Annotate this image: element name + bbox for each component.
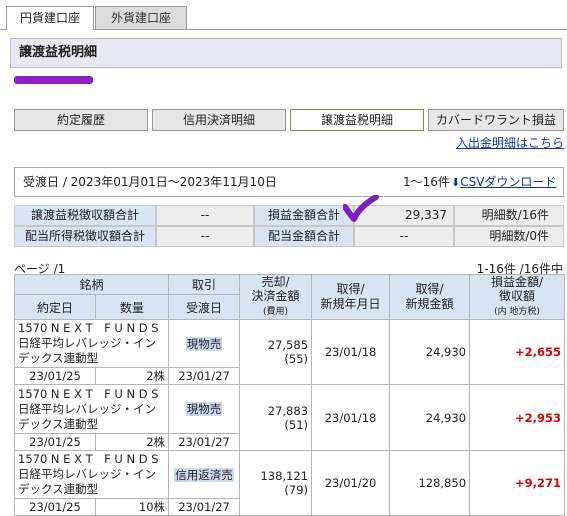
exec-date: 23/01/25 <box>14 433 96 451</box>
csv-download-link[interactable]: ⬇CSVダウンロード <box>451 168 556 197</box>
profit-loss: +2,655 <box>469 319 566 385</box>
summary-count: 明細数/0件 <box>454 226 564 247</box>
settle-date: 23/01/27 <box>168 498 241 516</box>
summary-value: -- <box>156 205 254 226</box>
header-acq-amount: 取得/新規金額 <box>389 274 471 320</box>
sub-button-trade-history[interactable]: 約定履歴 <box>14 109 148 131</box>
download-icon: ⬇ <box>451 176 461 189</box>
sub-button-covered-warrant[interactable]: カバードワラント損益 <box>428 109 564 131</box>
quantity: 2株 <box>94 433 170 451</box>
period-box: 受渡日 / 2023年01月01日〜2023年11月10日 1〜16件 ⬇CSV… <box>14 167 564 197</box>
page-title: 譲渡益税明細 <box>10 38 562 68</box>
settle-date: 23/01/27 <box>168 433 241 451</box>
fund-name[interactable]: 1570 N E X T F U N D S 日経平均レバレッジ・インデックス連… <box>13 319 170 368</box>
trade-type: 現物売 <box>168 384 241 434</box>
quantity: 2株 <box>94 367 170 385</box>
fund-name[interactable]: 1570 N E X T F U N D S 日経平均レバレッジ・インデックス連… <box>13 450 170 499</box>
settle-amount: 138,121 (79) <box>239 450 313 516</box>
table-row: 1570 N E X T F U N D S 日経平均レバレッジ・インデックス連… <box>13 384 566 451</box>
summary-label: 配当所得税徴収額合計 <box>14 226 156 247</box>
summary-value: -- <box>354 226 454 247</box>
settle-amount: 27,585 (55) <box>239 319 313 385</box>
deposit-withdrawal-link[interactable]: 入出金明細はこちら <box>456 134 564 151</box>
acq-date: 23/01/18 <box>311 384 391 451</box>
table-row: 1570 N E X T F U N D S 日経平均レバレッジ・インデックス連… <box>13 450 566 516</box>
settle-date: 23/01/27 <box>168 367 241 385</box>
fund-name[interactable]: 1570 N E X T F U N D S 日経平均レバレッジ・インデックス連… <box>13 384 170 434</box>
tab-fx-account[interactable]: 外貨建口座 <box>95 6 187 30</box>
settle-amount: 27,883 (51) <box>239 384 313 451</box>
sub-button-margin-settlement[interactable]: 信用決済明細 <box>152 109 286 131</box>
summary-count: 明細数/16件 <box>454 205 564 226</box>
table-row: 1570 N E X T F U N D S 日経平均レバレッジ・インデックス連… <box>13 319 566 385</box>
trade-type: 現物売 <box>168 319 241 368</box>
quantity: 10株 <box>94 498 170 516</box>
detail-table: 銘柄 取引 売却/決済金額 (費用) 取得/新規年月日 取得/新規金額 損益金額/… <box>13 273 566 516</box>
header-settle-date: 受渡日 <box>168 294 241 320</box>
acq-amount: 24,930 <box>389 319 471 385</box>
check-annotation-icon <box>343 195 379 222</box>
profit-loss: +2,953 <box>469 384 566 451</box>
header-exec-date: 約定日 <box>14 294 96 320</box>
header-meigara: 銘柄 <box>13 273 170 296</box>
header-torihiki: 取引 <box>168 273 241 296</box>
header-acq-date: 取得/新規年月日 <box>311 274 391 320</box>
profit-loss: +9,271 <box>469 450 566 516</box>
summary-label: 譲渡益税徴収額合計 <box>14 205 156 226</box>
acq-amount: 128,850 <box>389 450 471 516</box>
redaction-mark <box>14 76 93 84</box>
exec-date: 23/01/25 <box>14 367 96 385</box>
exec-date: 23/01/25 <box>14 498 96 516</box>
header-baikyaku: 売却/決済金額 (費用) <box>239 274 313 320</box>
tab-yen-account[interactable]: 円貨建口座 <box>6 6 94 30</box>
trade-type: 信用返済売 <box>168 450 241 499</box>
summary-value: -- <box>156 226 254 247</box>
summary-label: 配当金額合計 <box>254 226 354 247</box>
sub-button-capital-gains[interactable]: 譲渡益税明細 <box>290 109 424 131</box>
period-text: 受渡日 / 2023年01月01日〜2023年11月10日 <box>23 175 277 189</box>
acq-date: 23/01/20 <box>311 450 391 516</box>
summary-label: 損益金額合計 <box>254 205 354 226</box>
header-pl: 損益金額/徴収額 (内 地方税) <box>469 274 566 320</box>
acq-amount: 24,930 <box>389 384 471 451</box>
acq-date: 23/01/18 <box>311 319 391 385</box>
result-range: 1〜16件 <box>403 175 450 189</box>
header-quantity: 数量 <box>94 294 170 320</box>
